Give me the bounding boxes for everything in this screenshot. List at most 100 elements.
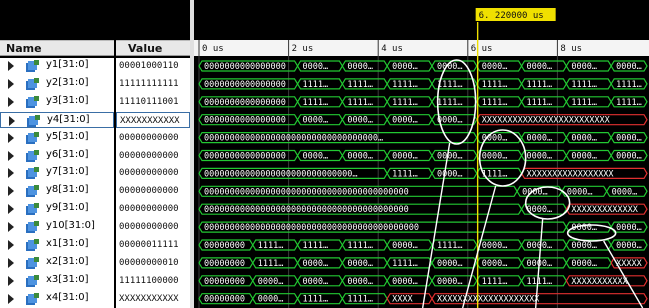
value-column-header[interactable]: Value: [116, 40, 190, 56]
signal-value: 11110111001: [119, 96, 179, 107]
expand-arrow-icon[interactable]: [8, 222, 14, 233]
signal-row[interactable]: y10[31:0]: [0, 219, 114, 235]
bus-value-label: 0000…: [347, 152, 373, 162]
bus-value-label: 1111…: [392, 98, 418, 108]
expand-arrow-icon[interactable]: [8, 275, 14, 286]
bus-value-label: 1111…: [437, 98, 463, 108]
bus-value-label: 1111…: [303, 80, 329, 90]
signal-name: y1[31:0]: [46, 59, 89, 70]
bus-value-label: 0000…: [567, 187, 593, 197]
bus-value-label: 0000…: [616, 134, 642, 144]
expand-arrow-icon[interactable]: [8, 61, 14, 71]
bus-value-label: XXXXXXXXXXX: [571, 277, 628, 287]
signal-row[interactable]: y1[31:0]: [0, 58, 114, 74]
bus-value-label: 0000…: [392, 241, 418, 251]
signal-row[interactable]: y5[31:0]: [0, 130, 114, 146]
waveform-pane[interactable]: 0 us 2 us 4 us 6 us 8 us 0000000000000000 0000…: [194, 0, 649, 308]
signal-row[interactable]: x1[31:0]: [0, 237, 114, 253]
expand-arrow-icon[interactable]: [8, 78, 14, 89]
bus-value-label: 0000…: [303, 62, 329, 72]
signal-row[interactable]: y8[31:0]: [0, 183, 114, 199]
signal-value: 11111100000: [119, 275, 179, 286]
signal-row[interactable]: y7[31:0]: [0, 165, 114, 181]
bus-value-label: 0000…: [303, 259, 329, 269]
bus-value-label: 0000…: [258, 295, 284, 305]
signal-value: 11111111111: [119, 78, 179, 89]
ruler-tick-label: 0 us: [202, 44, 224, 54]
expand-arrow-icon[interactable]: [8, 150, 14, 161]
bus-value-label: 1111…: [303, 295, 329, 305]
expand-arrow-icon[interactable]: [8, 257, 14, 268]
bus-value-label: 0000…: [392, 152, 418, 162]
bus-value-label: 0000…: [437, 259, 463, 269]
bus-signal-icon: [26, 77, 39, 90]
bus-value-label: 0000…: [616, 62, 642, 72]
expand-arrow-icon[interactable]: [9, 115, 15, 126]
signal-name: y2[31:0]: [46, 76, 89, 88]
waveform-canvas[interactable]: 0 us 2 us 4 us 6 us 8 us0000000000000000 0000…: [194, 0, 649, 308]
bus-value-label: 0000…: [616, 241, 642, 251]
bus-value-label: XXXXX: [616, 259, 642, 269]
signal-row[interactable]: y9[31:0]: [0, 201, 114, 217]
name-column-header[interactable]: Name: [0, 40, 114, 56]
bus-value-label: 0000…: [303, 116, 329, 126]
bus-value-label: 00000000: [204, 241, 245, 251]
signal-row[interactable]: x2[31:0]: [0, 255, 114, 271]
expand-arrow-icon[interactable]: [8, 293, 14, 304]
bus-value-label: 1111…: [616, 80, 642, 90]
expand-arrow-icon[interactable]: [8, 204, 14, 215]
bus-value-label: 1111…: [482, 98, 508, 108]
bus-signal-icon: [26, 185, 39, 198]
signal-row[interactable]: y4[31:0]: [0, 111, 114, 128]
signal-value: 00000000000: [119, 168, 179, 179]
bus-value-label: 1111…: [482, 80, 508, 90]
bus-value-label: 0000000000000000000000000000000000000000: [204, 187, 409, 197]
bus-value-label: 0000…: [258, 277, 284, 287]
signal-name: y8[31:0]: [46, 184, 89, 196]
bus-value-label: 1111…: [347, 295, 373, 305]
signal-row[interactable]: x4[31:0]: [0, 291, 114, 307]
expand-arrow-icon[interactable]: [8, 96, 14, 107]
signal-value: 00000000000: [119, 132, 179, 143]
bus-signal-icon: [26, 131, 39, 144]
bus-value-label: 0000000000000000: [204, 98, 286, 108]
bus-signal-icon: [26, 203, 39, 216]
expand-arrow-icon[interactable]: [8, 186, 14, 197]
bus-value-label: 0000…: [527, 152, 553, 162]
signal-row[interactable]: x3[31:0]: [0, 273, 114, 289]
bus-value-label: 0000…: [571, 152, 597, 162]
bus-value-label: 0000…: [347, 116, 373, 126]
signal-name: x4[31:0]: [46, 291, 89, 303]
bus-value-label: 0000…: [571, 62, 597, 72]
signal-name: x1[31:0]: [46, 238, 89, 249]
bus-value-label: 00000000: [204, 295, 245, 305]
bus-value-label: 0000…: [437, 152, 463, 162]
bus-value-label: 0000…: [303, 152, 329, 162]
bus-value-label: 0000…: [482, 241, 508, 251]
bus-value-label: 1111…: [527, 80, 553, 90]
bus-value-label: 1111…: [392, 259, 418, 269]
signal-value: XXXXXXXXXXX: [116, 111, 190, 128]
ruler-tick-label: 6 us: [471, 44, 493, 54]
bus-value-label: 1111…: [258, 241, 284, 251]
bus-value-label: XXXXXXXXXXXXXXXXXXXXXXXXX: [482, 116, 611, 126]
bus-value-label: 0000…: [571, 134, 597, 144]
expand-arrow-icon[interactable]: [8, 168, 14, 179]
signal-name: y7[31:0]: [46, 166, 89, 178]
signal-row[interactable]: y6[31:0]: [0, 148, 114, 164]
signal-value: XXXXXXXXXXX: [119, 293, 179, 304]
expand-arrow-icon[interactable]: [8, 132, 14, 143]
bus-value-label: 0000…: [347, 62, 373, 72]
expand-arrow-icon[interactable]: [8, 240, 14, 250]
ruler-tick-label: 8 us: [560, 44, 582, 54]
signal-row[interactable]: y2[31:0]: [0, 76, 114, 92]
bus-value-label: 1111…: [303, 98, 329, 108]
bus-value-label: 1111…: [258, 259, 284, 269]
bus-value-label: 1111…: [616, 98, 642, 108]
bus-signal-icon: [26, 149, 39, 162]
bus-value-label: 0000000000000000000000000000000000000000: [204, 205, 409, 215]
bus-value-label: XXXXXXXXXXXXX: [571, 205, 638, 215]
signal-row[interactable]: y3[31:0]: [0, 94, 114, 110]
bus-value-label: 1111…: [571, 80, 597, 90]
signal-value: 00000000000: [119, 204, 179, 215]
